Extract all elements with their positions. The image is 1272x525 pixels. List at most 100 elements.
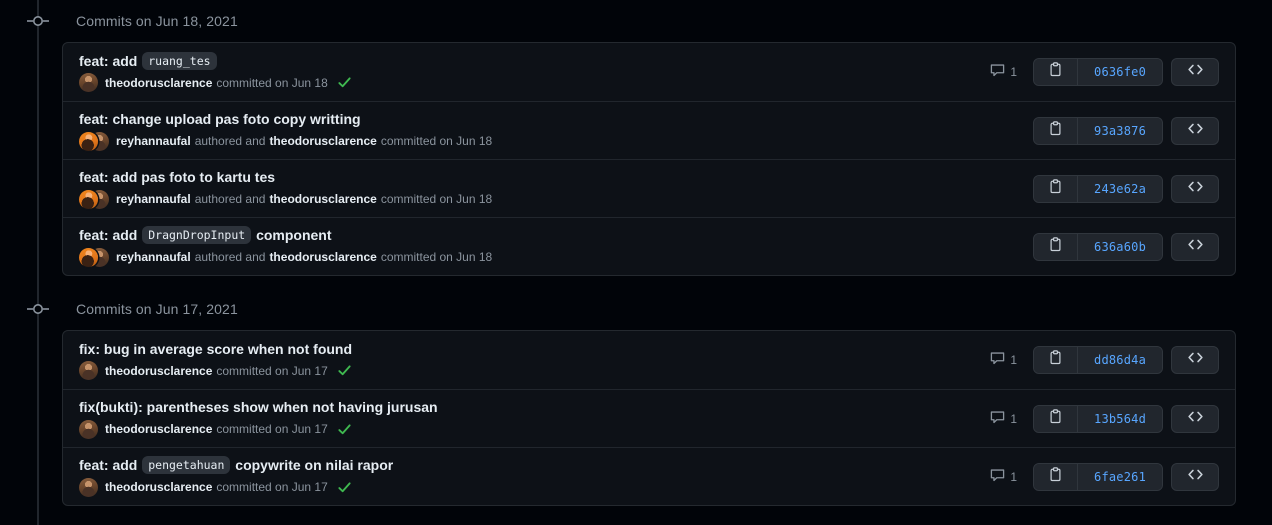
avatar: [79, 73, 98, 93]
commit-date: committed on Jun 18: [380, 134, 493, 149]
commit-sha-button-group: 6fae261: [1033, 462, 1163, 491]
comment-bubble-icon: [990, 410, 1005, 428]
avatar: [79, 247, 98, 267]
commit-sha-link[interactable]: 243e62a: [1078, 175, 1162, 202]
commit-title-suffix: copywrite on nilai rapor: [235, 457, 394, 474]
commit-title-text: feat: add: [79, 227, 138, 244]
avatar: [79, 477, 98, 497]
copy-sha-button[interactable]: [1034, 233, 1079, 260]
commit-group-date: Commits on Jun 18, 2021: [76, 13, 238, 29]
copy-sha-button[interactable]: [1034, 405, 1079, 432]
commit-date: committed on Jun 18: [380, 192, 493, 207]
commit-byline: reyhannaufal authored and theodorusclarenc…: [79, 189, 977, 209]
browse-code-button[interactable]: [1171, 174, 1219, 203]
commit-comment-count[interactable]: 1: [990, 410, 1017, 428]
commit-sha-link[interactable]: 13b564d: [1078, 405, 1162, 432]
copy-sha-button[interactable]: [1034, 59, 1079, 85]
avatar-group: [79, 189, 109, 209]
commit-sha-link[interactable]: 6fae261: [1078, 463, 1162, 490]
avatar: [79, 131, 98, 151]
commit-committer-link[interactable]: theodorusclarence: [105, 75, 212, 92]
commit-committer-link[interactable]: theodorusclarence: [269, 191, 376, 208]
commit-title-text: fix(bukti): parentheses show when not ha…: [79, 399, 438, 416]
commit-sha-button-group: 243e62a: [1033, 174, 1163, 203]
browse-code-button[interactable]: [1171, 404, 1219, 433]
code-brackets-icon: [1187, 236, 1204, 258]
commit-title[interactable]: feat: change upload pas foto copy writti…: [79, 110, 977, 129]
commit-sha-button-group: 0636fe0: [1033, 58, 1163, 86]
commit-date: committed on Jun 18: [380, 250, 493, 265]
commit-details: fix: bug in average score when not found…: [79, 340, 990, 381]
commit-committer-link[interactable]: theodorusclarence: [105, 421, 212, 438]
commit-committer-link[interactable]: theodorusclarence: [105, 363, 212, 380]
copy-sha-button[interactable]: [1034, 463, 1079, 490]
commit-sha-link[interactable]: 0636fe0: [1078, 59, 1162, 85]
commit-details: feat: add pengetahuan copywrite on nilai…: [79, 456, 990, 497]
commits-page: Commits on Jun 18, 2021 feat: add ruang_t…: [0, 0, 1272, 525]
commit-title[interactable]: fix(bukti): parentheses show when not ha…: [79, 398, 976, 417]
commit-author-link[interactable]: reyhannaufal: [116, 133, 191, 150]
copy-sha-button[interactable]: [1034, 175, 1079, 202]
commit-sha-link[interactable]: 93a3876: [1078, 117, 1162, 144]
commit-byline: reyhannaufal authored and theodorusclarenc…: [79, 131, 977, 151]
copy-sha-button[interactable]: [1034, 347, 1079, 373]
commit-title[interactable]: fix: bug in average score when not found: [79, 340, 976, 359]
comment-bubble-icon: [990, 351, 1005, 369]
commit-row: feat: add pas foto to kartu tes reyhannau…: [63, 159, 1235, 217]
commit-sha-link[interactable]: dd86d4a: [1078, 347, 1162, 373]
commit-committer-link[interactable]: theodorusclarence: [269, 133, 376, 150]
commit-details: feat: add ruang_tes theodorusclarence comm…: [79, 51, 990, 93]
commit-title-code: pengetahuan: [142, 456, 231, 475]
commit-sha-button-group: 93a3876: [1033, 116, 1163, 145]
avatar: [79, 419, 98, 439]
commit-actions: 1 dd86d4a: [990, 346, 1219, 374]
browse-code-button[interactable]: [1171, 346, 1219, 374]
authored-label: authored and: [194, 134, 266, 149]
comment-count-value: 1: [1010, 411, 1018, 426]
commit-title[interactable]: feat: add ruang_tes: [79, 51, 976, 71]
code-brackets-icon: [1187, 178, 1204, 200]
commit-group: Commits on Jun 18, 2021 feat: add ruang_t…: [0, 0, 1272, 288]
commit-row: fix(bukti): parentheses show when not ha…: [63, 389, 1235, 447]
browse-code-button[interactable]: [1171, 462, 1219, 491]
commit-comment-count[interactable]: 1: [990, 468, 1017, 486]
commit-committer-link[interactable]: theodorusclarence: [269, 249, 376, 266]
copy-sha-button[interactable]: [1034, 117, 1079, 144]
commit-title[interactable]: feat: add DragnDropInput component: [79, 226, 977, 245]
commit-title[interactable]: feat: add pengetahuan copywrite on nilai…: [79, 456, 976, 475]
commit-title[interactable]: feat: add pas foto to kartu tes: [79, 168, 977, 187]
timeline-commit-node-icon: [0, 288, 76, 330]
commit-byline: reyhannaufal authored and theodorusclarenc…: [79, 247, 977, 267]
commit-author-link[interactable]: reyhannaufal: [116, 191, 191, 208]
commit-row: feat: add DragnDropInput component reyhan…: [63, 217, 1235, 275]
comment-count-value: 1: [1010, 353, 1018, 367]
browse-code-button[interactable]: [1171, 58, 1219, 86]
commit-groups: Commits on Jun 18, 2021 feat: add ruang_t…: [0, 0, 1272, 518]
clipboard-icon: [1048, 178, 1063, 199]
code-brackets-icon: [1187, 120, 1204, 142]
commit-group-date: Commits on Jun 17, 2021: [76, 301, 238, 317]
code-brackets-icon: [1187, 61, 1204, 83]
browse-code-button[interactable]: [1171, 116, 1219, 145]
authored-label: authored and: [194, 192, 266, 207]
commit-actions: 93a3876: [991, 116, 1219, 145]
commit-date: committed on Jun 17: [216, 422, 328, 437]
commit-author-link[interactable]: reyhannaufal: [116, 249, 191, 266]
code-brackets-icon: [1187, 349, 1204, 371]
commit-row: feat: change upload pas foto copy writti…: [63, 101, 1235, 159]
clipboard-icon: [1048, 408, 1063, 429]
commit-actions: 1 6fae261: [990, 462, 1219, 491]
commit-details: feat: change upload pas foto copy writti…: [79, 110, 991, 151]
commit-sha-link[interactable]: 636a60b: [1078, 233, 1162, 260]
commit-row: fix: bug in average score when not found…: [63, 331, 1235, 389]
commit-actions: 636a60b: [991, 232, 1219, 261]
commit-date: committed on Jun 17: [216, 480, 328, 495]
commit-byline: theodorusclarence committed on Jun 17: [79, 477, 976, 497]
authored-label: authored and: [194, 250, 266, 265]
clipboard-icon: [1048, 236, 1063, 257]
commit-comment-count[interactable]: 1: [990, 63, 1017, 81]
commit-comment-count[interactable]: 1: [990, 351, 1017, 369]
browse-code-button[interactable]: [1171, 232, 1219, 261]
commit-committer-link[interactable]: theodorusclarence: [105, 479, 212, 496]
